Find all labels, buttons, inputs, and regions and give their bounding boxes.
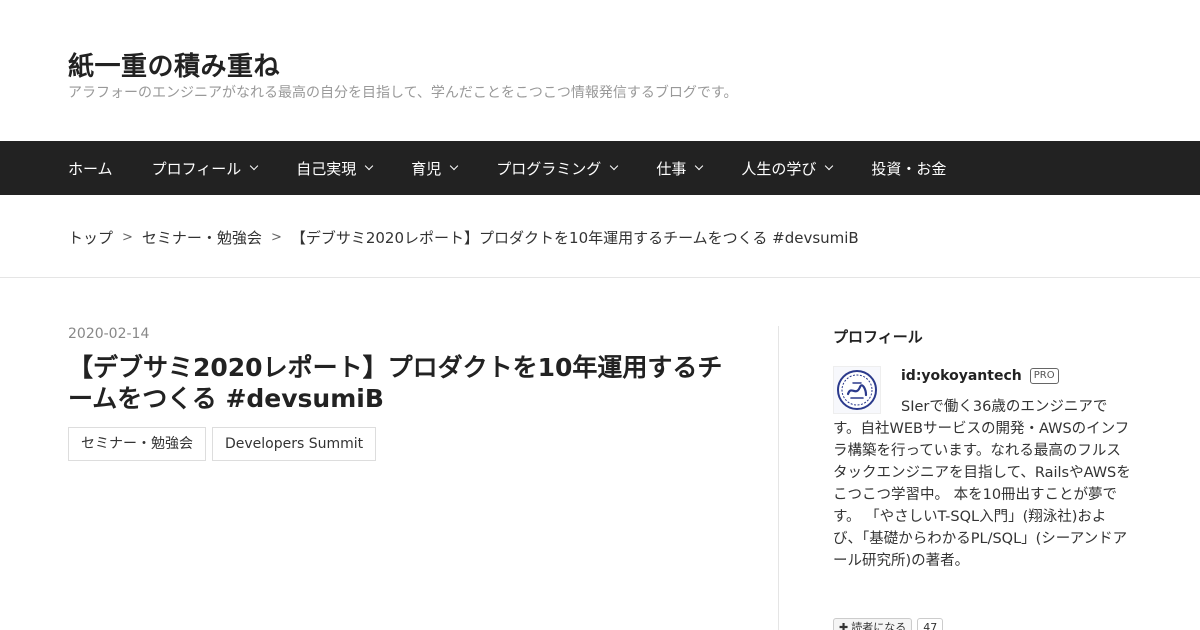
- entry-main: 2020-02-14 【デブサミ2020レポート】プロダクトを10年運用するチー…: [68, 326, 728, 461]
- site-header: 紙一重の積み重ね アラフォーのエンジニアがなれる最高の自分を目指して、学んだこと…: [0, 0, 1200, 141]
- nav-list: ホーム プロフィール 自己実現 育児 プログラミング 仕事 人生の学び 投資・お…: [68, 141, 985, 195]
- nav-item-self-realization[interactable]: 自己実現: [296, 158, 374, 179]
- subscribe-row: ✚ 読者になる 47: [833, 618, 944, 630]
- subscribe-button[interactable]: ✚ 読者になる: [833, 618, 913, 630]
- nav-item-programming[interactable]: プログラミング: [496, 158, 619, 179]
- breadcrumb-separator: >: [122, 230, 133, 245]
- chevron-down-icon: [250, 161, 259, 171]
- nav-item-investment[interactable]: 投資・お金: [871, 158, 946, 179]
- breadcrumb-category-link[interactable]: セミナー・勉強会: [142, 227, 262, 248]
- subscribe-label: 読者になる: [851, 621, 907, 630]
- breadcrumb-separator: >: [270, 230, 282, 245]
- nav-item-work[interactable]: 仕事: [656, 158, 704, 179]
- nav-item-label: 投資・お金: [871, 159, 947, 178]
- profile-description: SIerで働く36歳のエンジニアです。自社WEBサービスの開発・AWSのインフラ…: [833, 399, 1131, 569]
- nav-item-parenting[interactable]: 育児: [411, 158, 459, 179]
- breadcrumb: トップ > セミナー・勉強会 > 【デブサミ2020レポート】プロダクトを10年…: [0, 195, 1200, 278]
- category-tag[interactable]: Developers Summit: [212, 427, 377, 461]
- pro-badge: PRO: [1029, 368, 1059, 384]
- profile-name-row: id:yokoyantech PRO: [901, 368, 1059, 384]
- nav-item-life-lessons[interactable]: 人生の学び: [741, 158, 834, 179]
- chevron-down-icon: [365, 161, 374, 171]
- nav-item-profile[interactable]: プロフィール: [151, 158, 259, 179]
- entry-title[interactable]: 【デブサミ2020レポート】プロダクトを10年運用するチームをつくる #devs…: [68, 352, 728, 414]
- chevron-down-icon: [825, 161, 834, 171]
- chevron-down-icon: [695, 161, 704, 171]
- profile-id-link[interactable]: id:yokoyantech: [901, 368, 1022, 384]
- site-title[interactable]: 紙一重の積み重ね: [68, 46, 280, 83]
- chevron-down-icon: [610, 161, 619, 171]
- nav-item-label: 人生の学び: [741, 159, 817, 178]
- subscriber-count: 47: [917, 618, 944, 630]
- nav-item-label: 育児: [411, 159, 442, 178]
- nav-item-label: 仕事: [656, 159, 687, 178]
- nav-item-label: プログラミング: [496, 159, 602, 178]
- nav-item-home[interactable]: ホーム: [68, 158, 113, 179]
- global-nav: ホーム プロフィール 自己実現 育児 プログラミング 仕事 人生の学び 投資・お…: [0, 141, 1200, 195]
- column-divider: [778, 326, 779, 630]
- category-tag[interactable]: セミナー・勉強会: [68, 427, 206, 461]
- breadcrumb-trail: トップ > セミナー・勉強会 > 【デブサミ2020レポート】プロダクトを10年…: [68, 227, 859, 248]
- sidebar-module-title: プロフィール: [833, 328, 923, 346]
- nav-item-label: 自己実現: [296, 159, 357, 178]
- chevron-down-icon: [450, 161, 459, 171]
- nav-item-label: ホーム: [68, 159, 113, 178]
- nav-item-label: プロフィール: [151, 159, 242, 178]
- breadcrumb-current: 【デブサミ2020レポート】プロダクトを10年運用するチームをつくる #devs…: [290, 229, 859, 247]
- plus-icon: ✚: [839, 621, 849, 630]
- entry-categories: セミナー・勉強会 Developers Summit: [68, 427, 728, 461]
- breadcrumb-top-link[interactable]: トップ: [68, 227, 113, 248]
- site-description: アラフォーのエンジニアがなれる最高の自分を目指して、学んだことをこつこつ情報発信…: [68, 85, 738, 101]
- entry-date[interactable]: 2020-02-14: [68, 326, 728, 342]
- sidebar: プロフィール id:yokoyantech PRO SIerで働く36歳のエンジ…: [833, 326, 1133, 630]
